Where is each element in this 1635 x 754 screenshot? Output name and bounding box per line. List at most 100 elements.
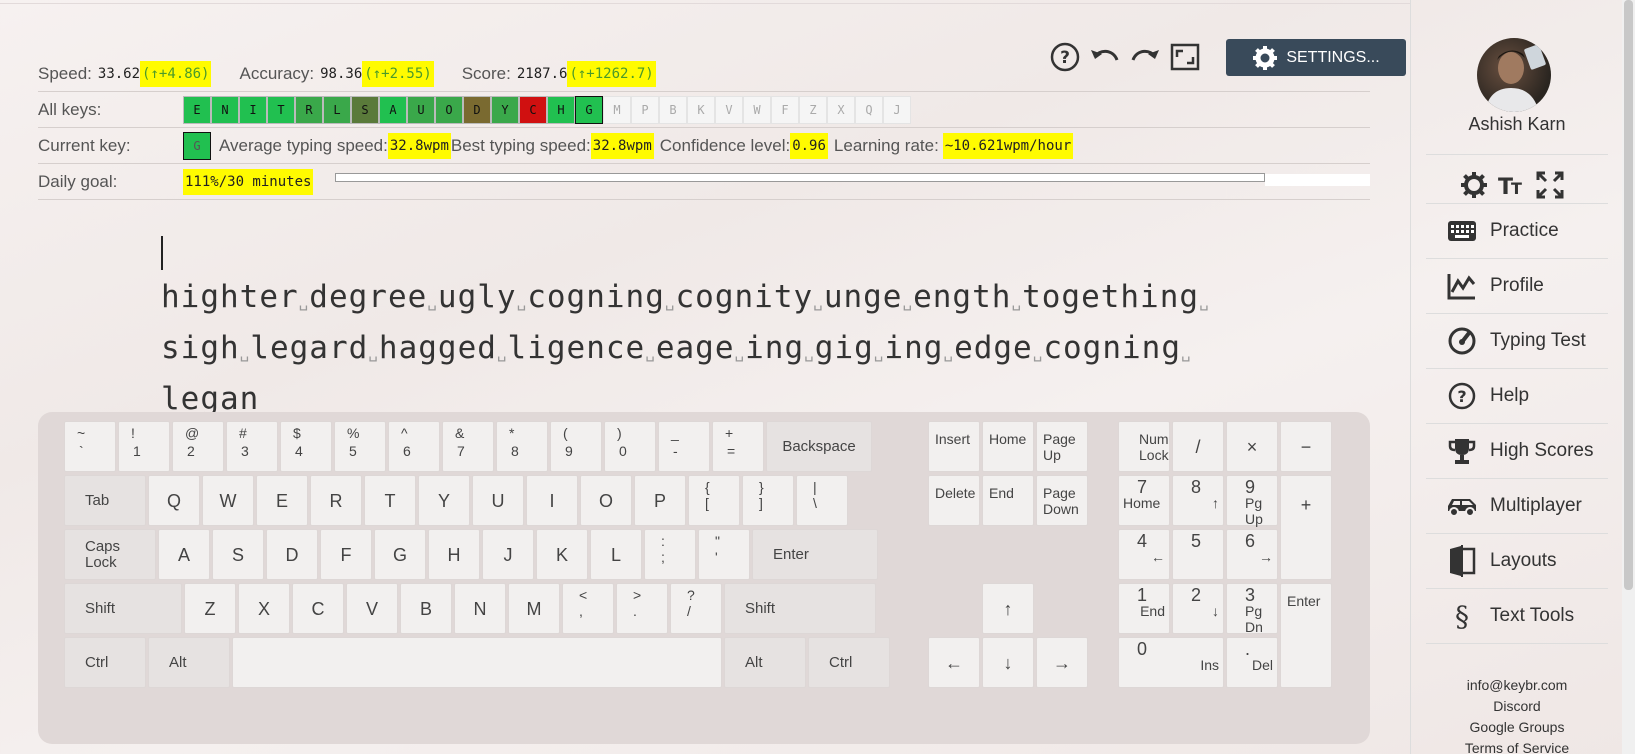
practice-text[interactable]: highter␣degree␣ugly␣cogning␣cognity␣unge… (161, 228, 1211, 422)
key-n[interactable]: N (454, 583, 506, 634)
key-insert[interactable]: Insert (928, 421, 980, 472)
nav-multiplayer[interactable]: Multiplayer (1426, 478, 1608, 533)
key-ctrl-left[interactable]: Ctrl (64, 637, 146, 688)
footer-discord[interactable]: Discord (1411, 698, 1623, 714)
key-4[interactable]: $4 (280, 421, 332, 472)
key-num-multiply[interactable]: × (1226, 421, 1278, 472)
font-size-icon[interactable]: TT (1497, 170, 1527, 200)
key-num-plus[interactable]: + (1280, 475, 1332, 580)
avatar[interactable] (1477, 38, 1551, 112)
key-d[interactable]: D (266, 529, 318, 580)
key-sym[interactable]: <, (562, 583, 614, 634)
key-q[interactable]: Q (148, 475, 200, 526)
key-sym[interactable]: " ' (698, 529, 750, 580)
key-0[interactable]: ) 0 (604, 421, 656, 472)
key-num-6[interactable]: 6 → (1226, 529, 1278, 580)
key--[interactable]: _ - (658, 421, 710, 472)
key-u[interactable]: U (472, 475, 524, 526)
key-z[interactable]: Z (184, 583, 236, 634)
key-enter[interactable]: Enter (752, 529, 878, 580)
key-m[interactable]: M (508, 583, 560, 634)
key-sym[interactable]: :; (644, 529, 696, 580)
key-num-5[interactable]: 5 (1172, 529, 1224, 580)
key-r[interactable]: R (310, 475, 362, 526)
key-6[interactable]: ^ 6 (388, 421, 440, 472)
key-=[interactable]: + = (712, 421, 764, 472)
key-sym[interactable]: }] (742, 475, 794, 526)
key-num-2[interactable]: 2 ↓ (1172, 583, 1224, 634)
key-space[interactable] (232, 637, 722, 688)
key-num-9[interactable]: 9 Pg Up (1226, 475, 1278, 527)
key-1[interactable]: ! 1 (118, 421, 170, 472)
key-ctrl-right[interactable]: Ctrl (808, 637, 890, 688)
key-s[interactable]: S (212, 529, 264, 580)
key-b[interactable]: B (400, 583, 452, 634)
key-c[interactable]: C (292, 583, 344, 634)
footer-google-groups[interactable]: Google Groups (1411, 719, 1623, 735)
nav-text-tools[interactable]: § Text Tools (1426, 588, 1608, 643)
key-alt-left[interactable]: Alt (148, 637, 230, 688)
key-a[interactable]: A (158, 529, 210, 580)
key-arrow-right[interactable]: → (1036, 637, 1088, 688)
key-num-8[interactable]: 8 ↑ (1172, 475, 1224, 526)
key-v[interactable]: V (346, 583, 398, 634)
key-sym[interactable]: | \ (796, 475, 848, 526)
key-arrow-up[interactable]: ↑ (982, 583, 1034, 634)
key-delete[interactable]: Delete (928, 475, 980, 526)
key-end[interactable]: End (982, 475, 1034, 526)
key-2[interactable]: @2 (172, 421, 224, 472)
key-num-lock[interactable]: Num Lock (1118, 421, 1170, 472)
key-w[interactable]: W (202, 475, 254, 526)
key-sym[interactable]: >. (616, 583, 668, 634)
key-3[interactable]: #3 (226, 421, 278, 472)
scrollbar-thumb[interactable] (1624, 0, 1633, 590)
nav-typing-test[interactable]: Typing Test (1426, 313, 1608, 368)
key-sym[interactable]: ? / (670, 583, 722, 634)
key-8[interactable]: * 8 (496, 421, 548, 472)
key-5[interactable]: % 5 (334, 421, 386, 472)
key-l[interactable]: L (590, 529, 642, 580)
footer-terms[interactable]: Terms of Service (1411, 740, 1623, 754)
key-num-3[interactable]: 3 Pg Dn (1226, 583, 1278, 635)
key-arrow-down[interactable]: ↓ (982, 637, 1034, 688)
key-caps-lock[interactable]: Caps Lock (64, 529, 156, 580)
key-home[interactable]: Home (982, 421, 1034, 472)
key-t[interactable]: T (364, 475, 416, 526)
nav-practice[interactable]: Practice (1426, 203, 1608, 258)
key-num-7[interactable]: 7 Home (1118, 475, 1170, 526)
key-j[interactable]: J (482, 529, 534, 580)
key-e[interactable]: E (256, 475, 308, 526)
key-y[interactable]: Y (418, 475, 470, 526)
key-num-dot[interactable]: . Del (1226, 637, 1278, 688)
key-num-enter[interactable]: Enter (1280, 583, 1332, 688)
key-alt-right[interactable]: Alt (724, 637, 806, 688)
key-sym[interactable]: {[ (688, 475, 740, 526)
footer-email[interactable]: info@keybr.com (1411, 677, 1623, 693)
key-9[interactable]: (9 (550, 421, 602, 472)
key-page-up[interactable]: Page Up (1036, 421, 1088, 472)
nav-high-scores[interactable]: High Scores (1426, 423, 1608, 478)
expand-icon[interactable] (1535, 170, 1565, 200)
key-i[interactable]: I (526, 475, 578, 526)
key-k[interactable]: K (536, 529, 588, 580)
key-o[interactable]: O (580, 475, 632, 526)
key-h[interactable]: H (428, 529, 480, 580)
nav-layouts[interactable]: Layouts (1426, 533, 1608, 588)
key-num-1[interactable]: 1 End (1118, 583, 1170, 634)
scrollbar[interactable] (1622, 0, 1635, 754)
key-num-0[interactable]: 0 Ins (1118, 637, 1224, 688)
key-arrow-left[interactable]: ← (928, 637, 980, 688)
key-g[interactable]: G (374, 529, 426, 580)
key-page-down[interactable]: Page Down (1036, 475, 1088, 526)
key-shift-right[interactable]: Shift (724, 583, 876, 634)
key-num-4[interactable]: 4 ← (1118, 529, 1170, 580)
key-f[interactable]: F (320, 529, 372, 580)
nav-help[interactable]: ? Help (1426, 368, 1608, 423)
nav-profile[interactable]: Profile (1426, 258, 1608, 313)
key-x[interactable]: X (238, 583, 290, 634)
theme-gear-icon[interactable] (1459, 170, 1489, 200)
key-7[interactable]: & 7 (442, 421, 494, 472)
key-tab[interactable]: Tab (64, 475, 146, 526)
key-shift-left[interactable]: Shift (64, 583, 182, 634)
key-num-minus[interactable]: − (1280, 421, 1332, 472)
